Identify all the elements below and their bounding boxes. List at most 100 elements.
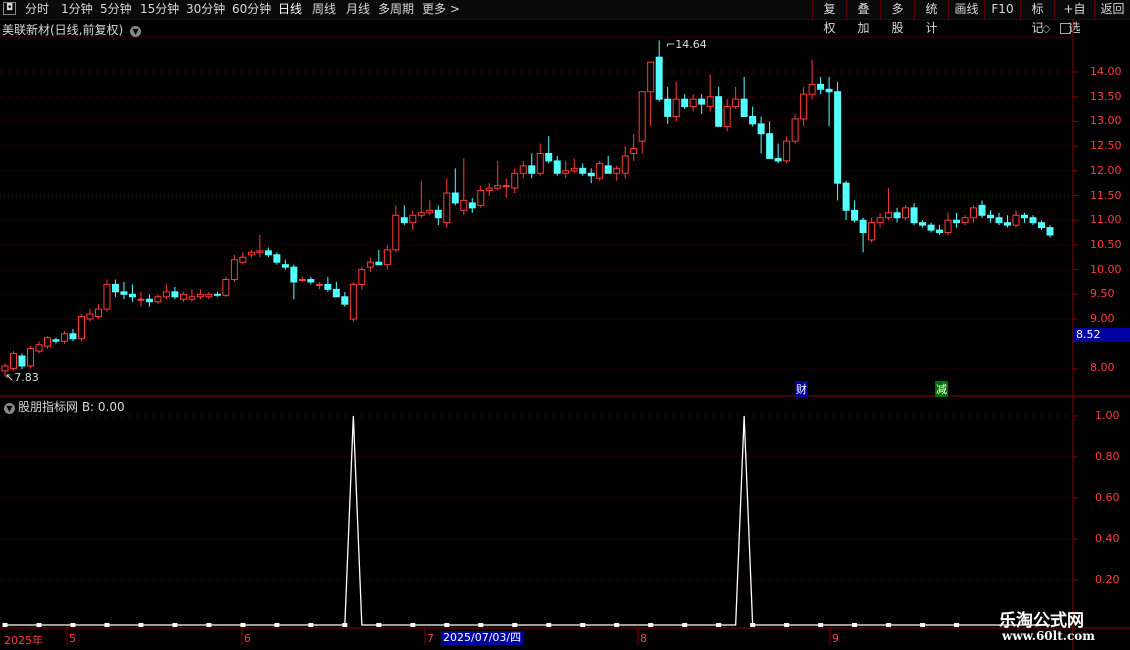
candle bbox=[936, 225, 944, 236]
diamond-icon[interactable]: ◇ bbox=[1042, 22, 1050, 35]
candle bbox=[842, 180, 850, 221]
candle bbox=[460, 158, 468, 216]
indicator-axis-tick: 0.40 bbox=[1095, 532, 1120, 545]
candle bbox=[434, 205, 442, 226]
candle bbox=[519, 160, 527, 179]
candle bbox=[740, 76, 748, 117]
candle bbox=[808, 59, 816, 100]
candle bbox=[179, 291, 187, 302]
price-axis-tick: 12.50 bbox=[1090, 139, 1122, 153]
candle bbox=[587, 168, 595, 184]
candle bbox=[902, 205, 910, 221]
candle bbox=[638, 91, 646, 154]
candle bbox=[579, 163, 587, 176]
signal-dot bbox=[512, 623, 518, 627]
candle bbox=[52, 337, 60, 344]
candle bbox=[400, 205, 408, 226]
candle bbox=[732, 86, 740, 110]
candle bbox=[851, 200, 859, 223]
candle bbox=[128, 284, 136, 302]
candle bbox=[766, 121, 774, 159]
candle bbox=[553, 155, 561, 176]
candle bbox=[715, 86, 723, 127]
candle bbox=[375, 249, 383, 266]
price-axis-tick: 11.00 bbox=[1090, 213, 1122, 227]
candle bbox=[1021, 212, 1029, 223]
candle bbox=[944, 212, 952, 236]
price-axis-tick: 10.50 bbox=[1090, 237, 1122, 251]
month-tick: 7 bbox=[427, 632, 434, 645]
month-tick: 8 bbox=[640, 632, 647, 645]
candle bbox=[927, 222, 935, 233]
last-price-badge: 8.52 bbox=[1073, 328, 1130, 342]
candle bbox=[647, 61, 655, 127]
candle bbox=[94, 304, 102, 319]
candle bbox=[349, 281, 357, 322]
candle bbox=[961, 215, 969, 226]
layout-toggle-icon[interactable] bbox=[1060, 23, 1071, 34]
signal-dot bbox=[886, 623, 892, 627]
signal-dot bbox=[750, 623, 756, 627]
candlestick-series bbox=[1, 40, 1054, 377]
candle bbox=[791, 113, 799, 144]
candle bbox=[1038, 220, 1046, 231]
candle bbox=[919, 220, 927, 228]
candle bbox=[43, 336, 51, 349]
chevron-down-icon[interactable]: ▼ bbox=[130, 26, 142, 37]
candle bbox=[953, 212, 961, 228]
candle bbox=[1029, 215, 1037, 226]
candle bbox=[341, 291, 349, 307]
candle bbox=[689, 94, 697, 112]
candle bbox=[290, 264, 298, 300]
high-price-label: ⌐14.64 bbox=[666, 38, 707, 51]
indicator-axis-tick: 0.80 bbox=[1095, 450, 1120, 463]
candle bbox=[196, 289, 204, 300]
watermark-url: www.60lt.com bbox=[1002, 629, 1095, 643]
candle bbox=[868, 217, 876, 243]
candle bbox=[162, 284, 170, 300]
candle bbox=[511, 168, 519, 194]
candle bbox=[137, 291, 145, 307]
candle bbox=[613, 165, 621, 181]
price-axis-tick: 13.50 bbox=[1090, 89, 1122, 103]
event-mark-reduce[interactable]: 减 bbox=[935, 381, 948, 397]
signal-dot bbox=[410, 623, 416, 627]
signal-line bbox=[5, 415, 1050, 626]
candle bbox=[545, 136, 553, 164]
signal-dot bbox=[172, 623, 178, 627]
candle bbox=[60, 331, 68, 344]
candle bbox=[630, 133, 638, 161]
signal-dot bbox=[206, 623, 212, 627]
candle bbox=[800, 86, 808, 127]
stock-title[interactable]: 美联新材(日线,前复权) ▼ bbox=[2, 21, 142, 38]
candle bbox=[562, 160, 570, 179]
candle bbox=[749, 106, 757, 127]
candle bbox=[383, 244, 391, 270]
candle bbox=[451, 168, 459, 206]
chevron-down-icon[interactable]: ▼ bbox=[4, 403, 15, 414]
indicator-axis-tick: 1.00 bbox=[1095, 409, 1120, 422]
candle bbox=[910, 202, 918, 226]
signal-dot bbox=[342, 623, 348, 627]
candle bbox=[315, 281, 323, 290]
candle bbox=[706, 74, 714, 112]
candle bbox=[978, 200, 986, 218]
candle bbox=[468, 197, 476, 213]
candle bbox=[281, 259, 289, 270]
candle bbox=[681, 94, 689, 110]
candle bbox=[655, 40, 663, 102]
indicator-title[interactable]: ▼ 股朋指标网 B: 0.00 bbox=[4, 398, 125, 415]
price-axis-tick: 10.00 bbox=[1090, 262, 1122, 276]
candle bbox=[358, 267, 366, 290]
month-tick: 9 bbox=[832, 632, 839, 645]
price-axis-tick: 11.50 bbox=[1090, 188, 1122, 202]
candle bbox=[876, 212, 884, 228]
candle bbox=[417, 180, 425, 218]
candle bbox=[970, 205, 978, 223]
candle bbox=[570, 158, 578, 174]
chart-canvas bbox=[0, 19, 1130, 650]
signal-dot bbox=[274, 623, 280, 627]
year-label: 2025年 bbox=[4, 634, 43, 647]
event-mark-financial[interactable]: 财 bbox=[795, 381, 808, 397]
candle bbox=[222, 277, 230, 297]
